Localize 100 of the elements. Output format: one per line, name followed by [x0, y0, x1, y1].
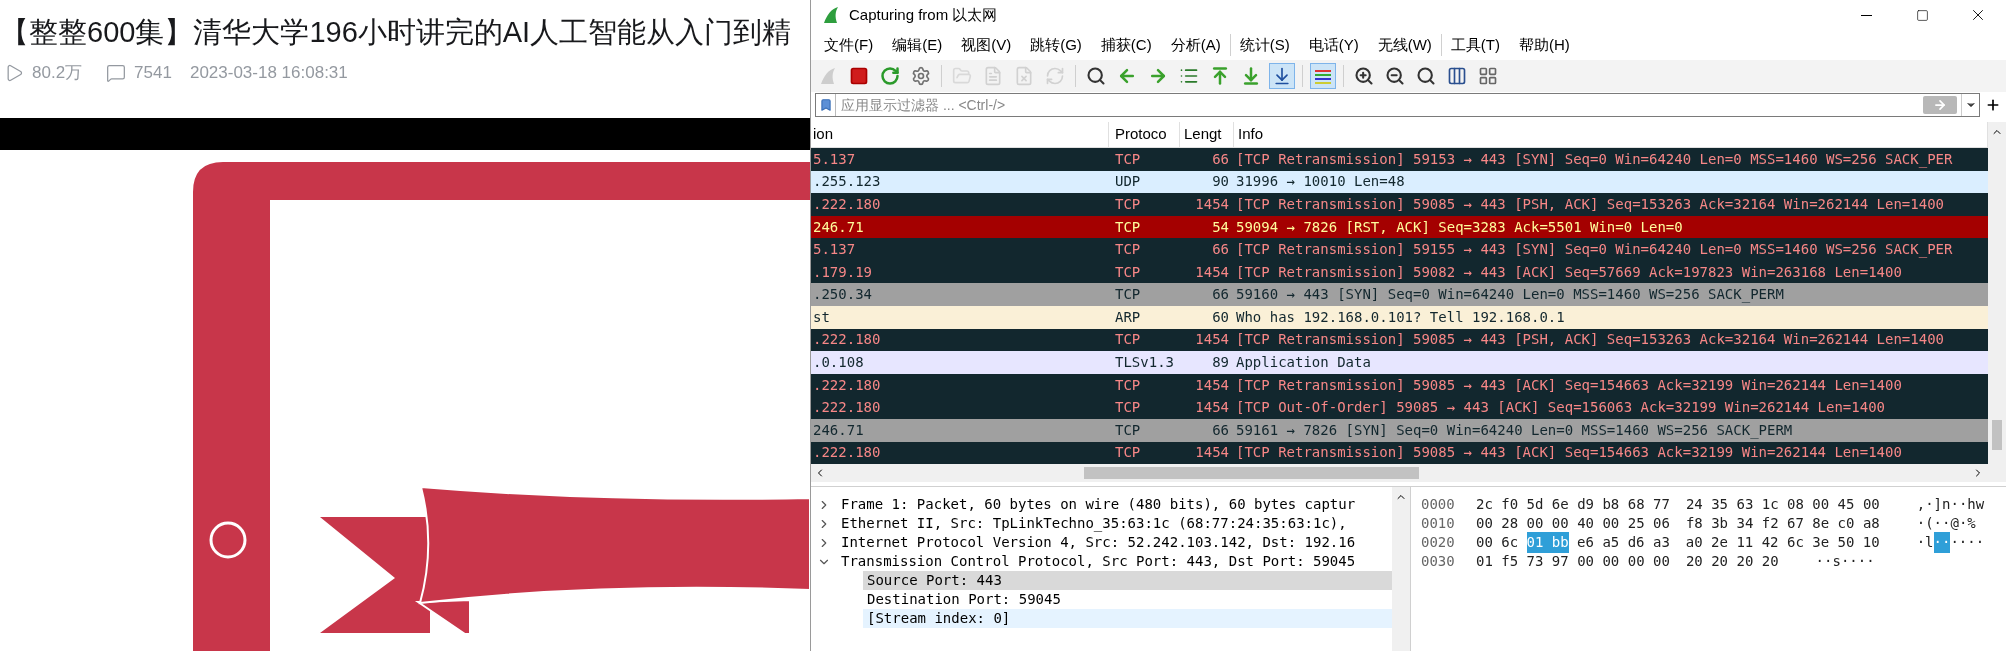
table-cell-text: .250.34 [812, 285, 873, 305]
hex-bytes[interactable]: 00 6c [1476, 532, 1519, 553]
packet-row[interactable]: .0.108 TLSv1.3 89 Application Data [811, 351, 1988, 374]
minimize-icon [1860, 14, 1872, 16]
packet-row[interactable]: .179.19 TCP 1454 [TCP Retransmission] 59082 → 443 [ACK] Seq=57669 Ack=197823 Win=263168 Len=1400 [811, 260, 1988, 284]
view-count: 80.2万 [32, 62, 83, 85]
hex-bytes[interactable]: 20 20 20 20 [1685, 551, 1779, 572]
packet-row[interactable]: .222.180 TCP 1454 [TCP Out-Of-Order] 59085 → 443 [ACK] Seq=156063 Ack=32199 Win=262144 Len=1400 [811, 396, 1988, 419]
scrollbar-thumb[interactable] [1084, 467, 1419, 479]
ascii-text[interactable]: ·(··@·% [1916, 513, 1976, 534]
ascii-text[interactable]: ···· [1950, 532, 1985, 553]
autoscroll-button[interactable] [1269, 63, 1295, 89]
menu-item[interactable]: 工具(T) [1440, 33, 1509, 57]
tree-label: Destination Port: 59045 [867, 590, 1061, 609]
shark-fin-icon [818, 66, 838, 86]
ascii-text[interactable]: ··s···· [1815, 551, 1875, 572]
zoom-out-icon [1385, 66, 1405, 86]
menu-item[interactable]: 捕获(C) [1090, 33, 1161, 57]
horizontal-scrollbar[interactable] [811, 464, 2006, 482]
tree-row[interactable]: Source Port: 443 [863, 571, 1392, 590]
packet-row[interactable]: .222.180 TCP 1454 [TCP Retransmission] 59085 → 443 [PSH, ACK] Seq=153263 Ack=32164 Win=262144 Len=1400 [811, 193, 1988, 216]
table-cell-text: 1454 [1194, 194, 1230, 214]
ascii-text[interactable]: ·l [1916, 532, 1934, 553]
packet-row[interactable]: .222.180 TCP 1454 [TCP Retransmission] 59085 → 443 [PSH, ACK] Seq=153263 Ack=32164 Win=262144 Len=1400 [811, 328, 1988, 352]
danmaku-icon [106, 63, 127, 83]
table-cell-text: .222.180 [812, 194, 882, 214]
scrollbar-thumb[interactable] [1992, 420, 2002, 450]
grid-icon [1478, 66, 1498, 86]
table-cell-text: .179.19 [812, 262, 873, 282]
table-cell-text: 31996 → 10010 Len=48 [1235, 172, 1405, 192]
hex-bytes[interactable]: 00 28 00 00 40 00 25 06 [1476, 513, 1670, 534]
table-cell-text: [TCP Retransmission] 59085 → 443 [PSH, ACK] Seq=153263 Ack=32164 Win=262144 Len=1400 [1235, 194, 1944, 214]
packet-row[interactable]: 246.71 TCP 54 59094 → 7826 [RST, ACK] Seq=3283 Ack=5501 Win=0 Len=0 [811, 215, 1988, 239]
hex-bytes[interactable]: e6 a5 d6 a3 [1577, 532, 1670, 553]
table-cell-text: [TCP Retransmission] 59085 → 443 [ACK] Seq=154663 Ack=32199 Win=262144 Len=1400 [1235, 375, 1902, 395]
tree-row[interactable]: Destination Port: 59045 [863, 590, 1392, 609]
tree-row[interactable]: [Stream index: 0] [863, 609, 1392, 628]
table-cell-text: TCP [1114, 398, 1142, 418]
column-header[interactable]: Protoco [1109, 122, 1180, 147]
hex-bytes[interactable]: a0 2e 11 42 6c 3e 50 10 [1685, 532, 1880, 553]
hex-bytes[interactable]: 24 35 63 1c 08 00 45 00 [1685, 494, 1880, 515]
table-cell-text: .222.180 [812, 330, 882, 350]
column-header[interactable]: Lengt [1180, 122, 1234, 147]
menu-item[interactable]: 视图(V) [951, 33, 1021, 57]
table-cell-text: TCP [1114, 217, 1142, 237]
packet-row[interactable]: .255.123 UDP 90 31996 → 10010 Len=48 [811, 170, 1988, 194]
table-cell-text: TCP [1114, 194, 1142, 214]
table-cell-text: 246.71 [812, 420, 865, 440]
ascii-text[interactable]: ,·]n··hw [1916, 494, 1985, 515]
menu-item[interactable]: 帮助(H) [1508, 33, 1579, 57]
app-icon [821, 5, 841, 25]
publish-date: 2023-03-18 16:08:31 [189, 62, 348, 85]
menu-item[interactable]: 电话(Y) [1298, 33, 1368, 57]
packet-row[interactable]: 5.137 TCP 66 [TCP Retransmission] 59155 → 443 [SYN] Seq=0 Win=64240 Len=0 MSS=1460 WS=256 SACK_PER [811, 238, 1988, 261]
tree-row[interactable]: Ethernet II, Src: TpLinkTechno_35:63:1c (68:77:24:35:63:1c), [811, 514, 1392, 533]
table-cell-text: 66 [1211, 285, 1230, 305]
menu-item[interactable]: 编辑(E) [882, 33, 952, 57]
menu-item[interactable]: 无线(W) [1367, 33, 1441, 57]
packet-row[interactable]: 246.71 TCP 66 59161 → 7826 [SYN] Seq=0 Win=64240 Len=0 MSS=1460 WS=256 SACK_PERM [811, 418, 1988, 442]
hex-bytes[interactable]: 01 f5 73 97 00 00 00 00 [1476, 551, 1670, 572]
vertical-scrollbar[interactable] [1988, 122, 2006, 464]
table-cell-text: TCP [1114, 443, 1142, 463]
maximize-icon [1915, 8, 1929, 22]
table-cell-text: Application Data [1235, 352, 1371, 372]
folder-icon [952, 66, 972, 86]
menu-item[interactable]: 分析(A) [1160, 33, 1230, 57]
table-cell-text: 5.137 [812, 240, 857, 260]
table-cell-text: Who has 192.168.0.101? Tell 192.168.0.1 [1235, 307, 1565, 327]
table-cell-text: 5.137 [812, 149, 857, 169]
table-cell-text: 1454 [1194, 330, 1230, 350]
table-cell-text: 59161 → 7826 [SYN] Seq=0 Win=64240 Len=0 MSS=1460 WS=256 SACK_PERM [1235, 420, 1793, 441]
window-title: Capturing from 以太网 [849, 4, 998, 25]
column-header[interactable]: ion [811, 122, 1109, 147]
table-cell-text: TCP [1114, 285, 1142, 305]
video-title: 【整整600集】清华大学196小时讲完的AI人工智能从入门到精 [0, 15, 792, 50]
danmaku-count: 7541 [134, 62, 172, 85]
table-cell-text: [TCP Retransmission] 59155 → 443 [SYN] Seq=0 Win=64240 Len=0 MSS=1460 WS=256 SACK_PER [1235, 240, 1953, 260]
packet-row[interactable]: st ARP 60 Who has 192.168.0.101? Tell 192.168.0.1 [811, 306, 1988, 329]
menu-item[interactable]: 统计(S) [1229, 33, 1299, 57]
table-cell-text: UDP [1114, 172, 1142, 192]
search-icon [1086, 66, 1106, 86]
menu-item[interactable]: 跳转(G) [1020, 33, 1091, 57]
packet-row[interactable]: .222.180 TCP 1454 [TCP Retransmission] 59085 → 443 [ACK] Seq=154663 Ack=32199 Win=262144 Len=1400 [811, 373, 1988, 397]
byte-offset: 0030 [1421, 552, 1456, 571]
packet-row[interactable]: 5.137 TCP 66 [TCP Retransmission] 59153 → 443 [SYN] Seq=0 Win=64240 Len=0 MSS=1460 WS=256 SACK_PER [811, 148, 1988, 171]
hex-bytes[interactable]: f8 3b 34 f2 67 8e c0 a8 [1685, 513, 1880, 534]
table-cell-text: .0.108 [812, 352, 865, 372]
vertical-scrollbar[interactable] [1392, 487, 1410, 651]
arrow-down-line-icon [1241, 66, 1261, 86]
packet-row[interactable]: .250.34 TCP 66 59160 → 443 [SYN] Seq=0 Win=64240 Len=0 MSS=1460 WS=256 SACK_PERM [811, 283, 1988, 307]
hex-bytes[interactable]: 2c f0 5d 6e d9 b8 68 77 [1476, 494, 1670, 515]
table-cell-text: [TCP Retransmission] 59085 → 443 [ACK] Seq=154663 Ack=32199 Win=262144 Len=1400 [1235, 443, 1902, 463]
colored-lines-button[interactable] [1310, 63, 1336, 89]
apply-filter-button[interactable] [1923, 96, 1957, 114]
table-cell-text: 90 [1211, 172, 1230, 192]
table-cell-text: .222.180 [812, 375, 882, 395]
table-cell-text: .222.180 [812, 398, 882, 418]
menu-item[interactable]: 文件(F) [814, 33, 883, 57]
byte-offset: 0020 [1421, 533, 1456, 552]
packet-row[interactable]: .222.180 TCP 1454 [TCP Retransmission] 59085 → 443 [ACK] Seq=154663 Ack=32199 Win=262144 Len=1400 [811, 441, 1988, 464]
